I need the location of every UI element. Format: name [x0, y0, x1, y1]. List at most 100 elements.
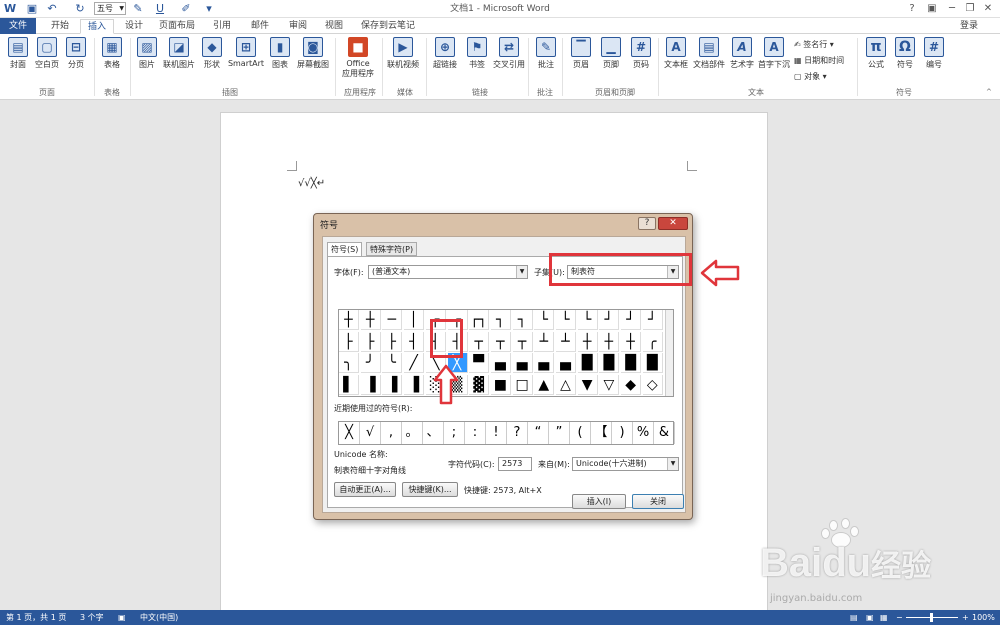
symbol-cell[interactable]: ■: [490, 374, 511, 395]
underline-icon[interactable]: U: [154, 2, 166, 16]
symbol-cell[interactable]: ▼: [577, 374, 598, 395]
symbol-cell[interactable]: □: [512, 374, 533, 395]
recent-symbol-cell[interactable]: 。: [402, 422, 423, 444]
proofing-icon[interactable]: ▣: [118, 610, 126, 625]
recent-symbol-cell[interactable]: ): [612, 422, 633, 444]
recent-symbol-cell[interactable]: ,: [381, 422, 402, 444]
symbol-cell[interactable]: ╱: [404, 353, 425, 373]
numbering-button[interactable]: # 编号: [919, 37, 949, 85]
symbol-cell[interactable]: ▓: [469, 374, 490, 395]
symbol-grid[interactable]: ┼ ┼ ─ │ ┌ ┌ ┌┐ ┐ ┐ └ └ └ ┘ ┘ ┘ ├ ├ ├ ┤ ┤ ┤ ┬ ┬ ┬ ┴ ┴ ┼ ┼ ┼ ╭ ╮ ╯ ╰ ╱ ╲ ╳ ▀ ▄ ▄…: [338, 309, 674, 397]
symbol-cell[interactable]: ▄: [556, 353, 576, 373]
symbol-cell[interactable]: █: [621, 353, 642, 373]
online-video-button[interactable]: ▶ 联机视频: [387, 37, 419, 85]
symbol-cell[interactable]: ├: [382, 331, 403, 352]
insert-button[interactable]: 插入(I): [572, 494, 626, 509]
recent-symbol-cell[interactable]: 、: [423, 422, 444, 444]
symbol-cell[interactable]: └: [556, 310, 576, 330]
symbol-cell[interactable]: █: [577, 353, 598, 373]
symbol-cell[interactable]: │: [404, 310, 425, 330]
symbol-cell[interactable]: ┘: [642, 310, 663, 330]
charcode-input[interactable]: 2573: [498, 457, 532, 471]
autocorrect-button[interactable]: 自动更正(A)...: [334, 482, 396, 497]
recent-symbol-cell[interactable]: ╳: [339, 422, 360, 444]
cross-reference-button[interactable]: ⇄ 交叉引用: [493, 37, 525, 85]
symbol-cell[interactable]: ╭: [642, 331, 663, 352]
recent-symbol-cell[interactable]: √: [360, 422, 381, 444]
tab-file[interactable]: 文件: [0, 18, 36, 34]
customize-qat-icon[interactable]: ▾: [204, 2, 214, 16]
language[interactable]: 中文(中国): [140, 610, 178, 625]
recent-symbol-cell[interactable]: &: [654, 422, 675, 444]
recent-symbol-cell[interactable]: %: [633, 422, 654, 444]
object-button[interactable]: ▢ 对象 ▾: [794, 71, 827, 82]
recent-symbol-cell[interactable]: ”: [549, 422, 570, 444]
recent-symbols[interactable]: ╳ √,。、;:!? “”(【)% &: [338, 421, 675, 445]
symbol-cell[interactable]: ┤: [404, 331, 425, 352]
symbol-cell[interactable]: ▽: [599, 374, 620, 395]
drop-cap-button[interactable]: A 首字下沉: [758, 37, 790, 85]
highlight-icon[interactable]: ✐: [180, 2, 192, 16]
symbol-cell[interactable]: ▄: [490, 353, 511, 373]
symbol-cell[interactable]: ┬: [490, 331, 511, 352]
symbol-cell[interactable]: ─: [382, 310, 403, 330]
recent-symbol-cell[interactable]: ;: [444, 422, 465, 444]
recent-symbol-cell[interactable]: ?: [507, 422, 528, 444]
symbol-cell[interactable]: ▄: [534, 353, 555, 373]
date-time-button[interactable]: ▦ 日期和时间: [794, 55, 844, 66]
symbol-cell[interactable]: ▌: [339, 374, 359, 395]
symbol-cell[interactable]: ┐: [512, 310, 533, 330]
symbol-cell[interactable]: ╯: [360, 353, 381, 373]
symbol-cell[interactable]: ┌┐: [469, 310, 490, 330]
word-count[interactable]: 3 个字: [80, 610, 104, 625]
dialog-help-button[interactable]: ?: [638, 217, 656, 230]
login-link[interactable]: 登录: [954, 19, 984, 34]
font-size-combo[interactable]: 五号 ▼: [94, 2, 126, 15]
symbol-cell[interactable]: ┼: [599, 331, 620, 352]
screenshot-button[interactable]: ◙ 屏幕截图: [297, 37, 329, 85]
tab-insert[interactable]: 插入: [80, 19, 114, 34]
symbol-cell[interactable]: █: [599, 353, 620, 373]
font-select[interactable]: (普通文本) ▼: [368, 265, 528, 279]
symbol-cell[interactable]: ┐: [490, 310, 511, 330]
format-painter-icon[interactable]: ✎: [132, 2, 144, 16]
restore-icon[interactable]: ❐: [960, 2, 980, 16]
symbol-cell[interactable]: ▐: [404, 374, 425, 395]
shortcut-key-button[interactable]: 快捷键(K)...: [402, 482, 458, 497]
document-text[interactable]: √√╳↵: [298, 178, 325, 189]
symbol-cell[interactable]: ◆: [621, 374, 642, 395]
tab-mailings[interactable]: 邮件: [244, 19, 276, 34]
symbol-cell[interactable]: ▐: [382, 374, 403, 395]
symbol-cell[interactable]: ┼: [360, 310, 381, 330]
symbol-cell[interactable]: ▀: [469, 353, 490, 373]
tab-review[interactable]: 审阅: [282, 19, 314, 34]
symbol-cell[interactable]: ├: [339, 331, 359, 352]
redo-icon[interactable]: ↻: [74, 2, 86, 16]
symbol-cell[interactable]: ◇: [642, 374, 663, 395]
ribbon-display-icon[interactable]: ▣: [922, 2, 942, 16]
symbol-cell[interactable]: △: [556, 374, 576, 395]
symbol-cell[interactable]: ╮: [339, 353, 359, 373]
help-icon[interactable]: ?: [902, 2, 922, 16]
symbol-cell[interactable]: ▲: [534, 374, 555, 395]
recent-symbol-cell[interactable]: (: [570, 422, 591, 444]
symbol-cell[interactable]: ┘: [599, 310, 620, 330]
close-button[interactable]: 关闭: [632, 494, 684, 509]
tab-home[interactable]: 开始: [44, 19, 76, 34]
symbol-cell[interactable]: ▄: [512, 353, 533, 373]
recent-symbol-cell[interactable]: !: [486, 422, 507, 444]
save-icon[interactable]: ▣: [26, 2, 38, 16]
signature-line-button[interactable]: ✍ 签名行 ▾: [794, 39, 834, 50]
tab-view[interactable]: 视图: [318, 19, 350, 34]
tab-save-cloud[interactable]: 保存到云笔记: [358, 19, 418, 34]
symbol-cell[interactable]: ▐: [360, 374, 381, 395]
tab-references[interactable]: 引用: [206, 19, 238, 34]
recent-symbol-cell[interactable]: 【: [591, 422, 612, 444]
close-icon[interactable]: ✕: [978, 2, 998, 16]
collapse-ribbon-icon[interactable]: ^: [986, 88, 992, 96]
from-select[interactable]: Unicode(十六进制) ▼: [572, 457, 679, 471]
symbol-cell[interactable]: ┬: [469, 331, 490, 352]
symbol-cell[interactable]: ╰: [382, 353, 403, 373]
tab-design[interactable]: 设计: [118, 19, 150, 34]
tab-layout[interactable]: 页面布局: [154, 19, 200, 34]
